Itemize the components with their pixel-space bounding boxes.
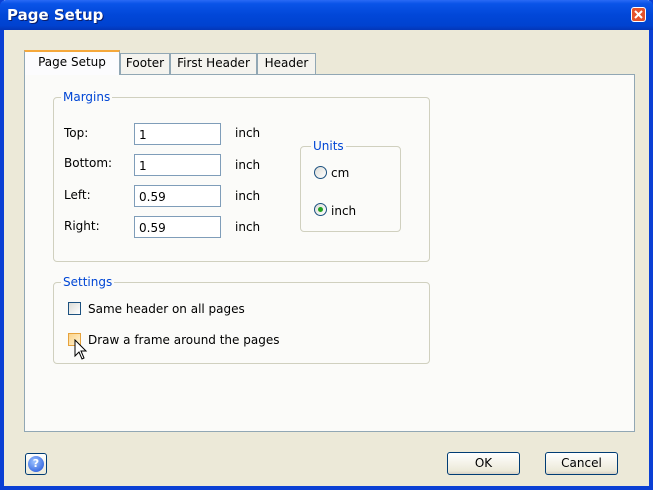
- help-icon: ?: [28, 456, 44, 472]
- units-legend: Units: [311, 139, 346, 153]
- tab-first-header[interactable]: First Header: [170, 53, 257, 74]
- cancel-button[interactable]: Cancel: [545, 452, 618, 475]
- radio-cm[interactable]: [314, 166, 327, 179]
- tab-label: Footer: [125, 56, 165, 70]
- left-unit: inch: [235, 189, 261, 203]
- radio-inch-label[interactable]: inch: [331, 204, 356, 218]
- radio-selected-dot: [318, 207, 323, 212]
- tab-page-setup[interactable]: Page Setup: [24, 50, 120, 75]
- ok-button[interactable]: OK: [447, 452, 520, 475]
- same-header-checkbox[interactable]: [68, 302, 81, 315]
- same-header-label[interactable]: Same header on all pages: [88, 302, 245, 316]
- top-unit: inch: [235, 126, 261, 140]
- bottom-margin-input[interactable]: 1: [134, 154, 221, 176]
- top-margin-input[interactable]: 1: [134, 123, 221, 145]
- close-icon: [634, 10, 643, 19]
- bottom-label: Bottom:: [64, 156, 113, 170]
- tab-label: Page Setup: [38, 55, 106, 69]
- settings-group: [53, 282, 430, 364]
- draw-frame-label[interactable]: Draw a frame around the pages: [88, 333, 279, 347]
- bottom-unit: inch: [235, 158, 261, 172]
- title-bar[interactable]: Page Setup: [0, 0, 653, 30]
- settings-legend: Settings: [61, 275, 115, 289]
- mouse-pointer-icon: [74, 339, 88, 360]
- tab-footer[interactable]: Footer: [120, 53, 170, 74]
- left-label: Left:: [64, 188, 91, 202]
- window-title: Page Setup: [7, 6, 104, 24]
- right-margin-input[interactable]: 0.59: [134, 216, 221, 238]
- right-unit: inch: [235, 220, 261, 234]
- help-button[interactable]: ?: [25, 453, 47, 475]
- radio-cm-label[interactable]: cm: [331, 166, 349, 180]
- tab-label: First Header: [177, 56, 250, 70]
- units-group: [300, 146, 401, 232]
- left-margin-input[interactable]: 0.59: [134, 185, 221, 207]
- margins-legend: Margins: [61, 90, 113, 104]
- tab-label: Header: [264, 56, 309, 70]
- radio-inch[interactable]: [314, 203, 327, 216]
- close-button[interactable]: [631, 7, 646, 22]
- tab-header[interactable]: Header: [257, 53, 316, 74]
- top-label: Top:: [64, 126, 89, 140]
- right-label: Right:: [64, 219, 100, 233]
